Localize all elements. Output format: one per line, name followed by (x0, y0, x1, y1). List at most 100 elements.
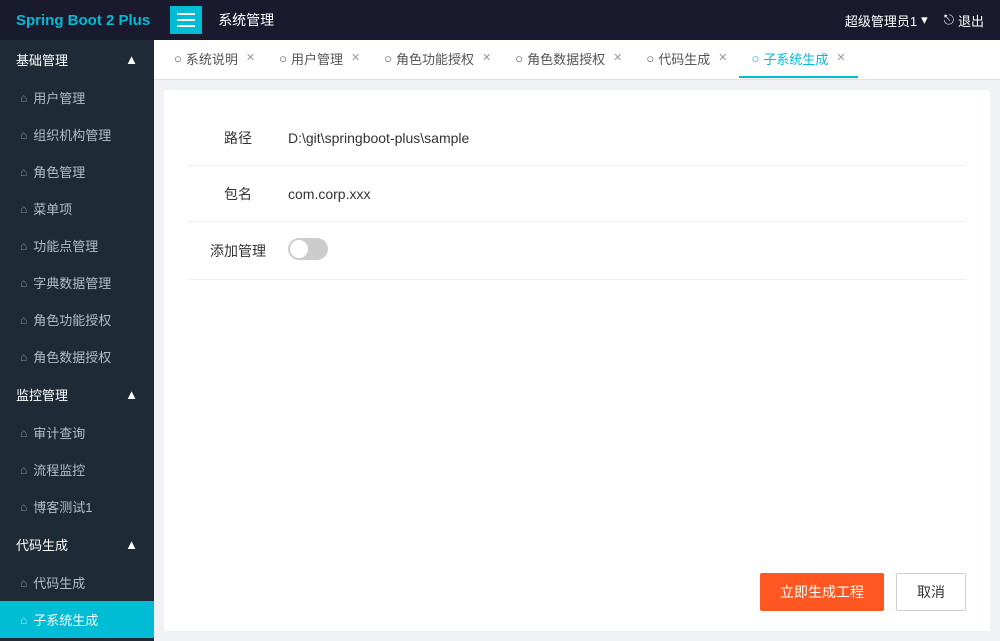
sidebar-group-monitor[interactable]: 监控管理 ▲ (0, 375, 154, 414)
user-menu[interactable]: 超级管理员1 ▾ (845, 11, 928, 30)
form-value-package: com.corp.xxx (288, 186, 966, 202)
sidebar-item-org-management[interactable]: ⌂ 组织机构管理 (0, 116, 154, 153)
tab-close-icon[interactable]: ✕ (351, 53, 360, 64)
sidebar-item-user-management[interactable]: ⌂ 用户管理 (0, 79, 154, 116)
cancel-button[interactable]: 取消 (896, 573, 966, 611)
logout-button[interactable]: ⎋ 退出 (944, 11, 984, 30)
content-area: 路径 D:\git\springboot-plus\sample 包名 com.… (164, 90, 990, 631)
tab-icon: ○ (279, 51, 287, 66)
tab-subsystem-gen[interactable]: ○ 子系统生成 ✕ (739, 41, 857, 78)
home-icon: ⌂ (20, 613, 27, 627)
home-icon: ⌂ (20, 313, 27, 327)
sidebar-item-label: 用户管理 (33, 88, 85, 107)
sidebar-item-label: 博客测试1 (33, 497, 92, 516)
menu-toggle-button[interactable] (170, 6, 202, 34)
sidebar-group-basic-label: 基础管理 (16, 50, 68, 69)
tab-close-icon[interactable]: ✕ (836, 53, 845, 64)
form-value-path: D:\git\springboot-plus\sample (288, 130, 966, 146)
layout: 基础管理 ▲ ⌂ 用户管理 ⌂ 组织机构管理 ⌂ 角色管理 ⌂ 菜单项 ⌂ 功能… (0, 40, 1000, 641)
form-row-path: 路径 D:\git\springboot-plus\sample (188, 110, 966, 166)
sidebar-item-subsystem-gen[interactable]: ⌂ 子系统生成 (0, 601, 154, 638)
tab-close-icon[interactable]: ✕ (613, 53, 622, 64)
sidebar: 基础管理 ▲ ⌂ 用户管理 ⌂ 组织机构管理 ⌂ 角色管理 ⌂ 菜单项 ⌂ 功能… (0, 40, 154, 641)
sidebar-item-code-gen[interactable]: ⌂ 代码生成 (0, 564, 154, 601)
tab-label: 子系统生成 (763, 49, 828, 68)
home-icon: ⌂ (20, 239, 27, 253)
chevron-up-icon: ▲ (125, 387, 138, 402)
tab-system-intro[interactable]: ○ 系统说明 ✕ (162, 41, 267, 78)
generate-button[interactable]: 立即生成工程 (760, 573, 884, 611)
home-icon: ⌂ (20, 350, 27, 364)
bottom-actions: 立即生成工程 取消 (760, 573, 966, 611)
header-right: 超级管理员1 ▾ ⎋ 退出 (845, 11, 984, 30)
sidebar-item-function[interactable]: ⌂ 功能点管理 (0, 227, 154, 264)
tab-icon: ○ (174, 51, 182, 66)
home-icon: ⌂ (20, 500, 27, 514)
main-content: ○ 系统说明 ✕ ○ 用户管理 ✕ ○ 角色功能授权 ✕ ○ 角色数据授权 ✕ … (154, 40, 1000, 641)
form-label-path: 路径 (188, 128, 288, 148)
tab-icon: ○ (646, 51, 654, 66)
sidebar-item-blog-test[interactable]: ⌂ 博客测试1 (0, 488, 154, 525)
sidebar-item-dict[interactable]: ⌂ 字典数据管理 (0, 264, 154, 301)
tab-label: 系统说明 (186, 49, 238, 68)
sidebar-item-menu[interactable]: ⌂ 菜单项 (0, 190, 154, 227)
header: Spring Boot 2 Plus 系统管理 超级管理员1 ▾ ⎋ 退出 (0, 0, 1000, 40)
tab-icon: ○ (515, 51, 523, 66)
tab-close-icon[interactable]: ✕ (482, 53, 491, 64)
sidebar-group-codegen-label: 代码生成 (16, 535, 68, 554)
tab-label: 角色数据授权 (527, 49, 605, 68)
tab-label: 角色功能授权 (396, 49, 474, 68)
add-management-toggle[interactable] (288, 238, 328, 260)
tab-role-data-auth[interactable]: ○ 角色数据授权 ✕ (503, 41, 634, 78)
tab-icon: ○ (751, 51, 759, 66)
sidebar-item-label: 组织机构管理 (33, 125, 111, 144)
logout-icon: ⎋ (944, 12, 954, 28)
chevron-up-icon: ▲ (125, 52, 138, 67)
sidebar-item-process-monitor[interactable]: ⌂ 流程监控 (0, 451, 154, 488)
sidebar-item-audit[interactable]: ⌂ 审计查询 (0, 414, 154, 451)
home-icon: ⌂ (20, 91, 27, 105)
sidebar-item-label: 字典数据管理 (33, 273, 111, 292)
form-row-package: 包名 com.corp.xxx (188, 166, 966, 222)
sidebar-item-label: 菜单项 (33, 199, 72, 218)
form-row-add-management: 添加管理 (188, 222, 966, 280)
app-logo: Spring Boot 2 Plus (16, 12, 150, 29)
home-icon: ⌂ (20, 576, 27, 590)
sidebar-item-label: 子系统生成 (33, 610, 98, 629)
form-label-package: 包名 (188, 184, 288, 204)
sidebar-group-monitor-label: 监控管理 (16, 385, 68, 404)
tabs-bar: ○ 系统说明 ✕ ○ 用户管理 ✕ ○ 角色功能授权 ✕ ○ 角色数据授权 ✕ … (154, 40, 1000, 80)
tab-role-func-auth[interactable]: ○ 角色功能授权 ✕ (372, 41, 503, 78)
user-name: 超级管理员1 (845, 11, 917, 30)
tab-icon: ○ (384, 51, 392, 66)
sidebar-group-codegen[interactable]: 代码生成 ▲ (0, 525, 154, 564)
tab-label: 代码生成 (658, 49, 710, 68)
sidebar-item-label: 代码生成 (33, 573, 85, 592)
sidebar-item-label: 角色管理 (33, 162, 85, 181)
sidebar-item-role-data-auth[interactable]: ⌂ 角色数据授权 (0, 338, 154, 375)
tab-code-gen[interactable]: ○ 代码生成 ✕ (634, 41, 739, 78)
sidebar-item-label: 审计查询 (33, 423, 85, 442)
home-icon: ⌂ (20, 128, 27, 142)
home-icon: ⌂ (20, 463, 27, 477)
home-icon: ⌂ (20, 202, 27, 216)
home-icon: ⌂ (20, 165, 27, 179)
sidebar-item-label: 角色功能授权 (33, 310, 111, 329)
form-value-toggle (288, 238, 966, 263)
chevron-down-icon: ▾ (921, 12, 928, 28)
sidebar-item-role-func-auth[interactable]: ⌂ 角色功能授权 (0, 301, 154, 338)
sidebar-group-basic[interactable]: 基础管理 ▲ (0, 40, 154, 79)
tab-label: 用户管理 (291, 49, 343, 68)
header-nav-title: 系统管理 (218, 10, 845, 30)
tab-user-management[interactable]: ○ 用户管理 ✕ (267, 41, 372, 78)
tab-close-icon[interactable]: ✕ (246, 53, 255, 64)
sidebar-item-label: 功能点管理 (33, 236, 98, 255)
form-label-add-management: 添加管理 (188, 241, 288, 261)
home-icon: ⌂ (20, 426, 27, 440)
home-icon: ⌂ (20, 276, 27, 290)
chevron-up-icon: ▲ (125, 537, 138, 552)
sidebar-item-label: 角色数据授权 (33, 347, 111, 366)
sidebar-item-label: 流程监控 (33, 460, 85, 479)
tab-close-icon[interactable]: ✕ (718, 53, 727, 64)
sidebar-item-role-management[interactable]: ⌂ 角色管理 (0, 153, 154, 190)
